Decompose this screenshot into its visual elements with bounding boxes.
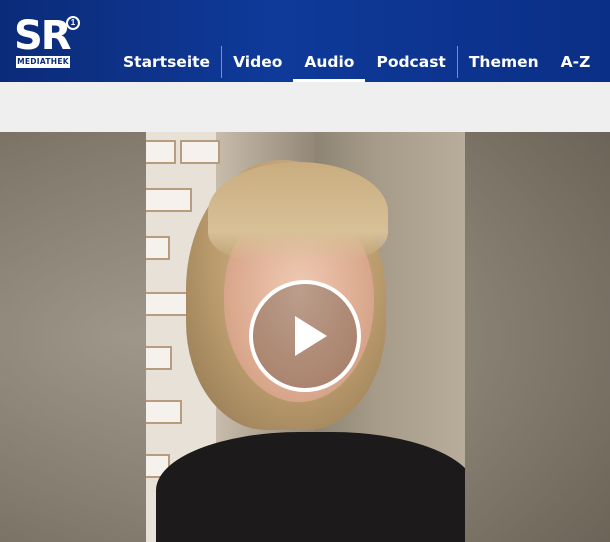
logo-subtitle: MEDIATHEK: [16, 56, 70, 68]
nav-item-podcast[interactable]: Podcast: [365, 44, 456, 82]
brick: [146, 400, 182, 424]
brick: [146, 292, 188, 316]
sr-mediathek-logo[interactable]: SR 1 MEDIATHEK: [14, 14, 86, 74]
brick: [146, 140, 176, 164]
brick: [146, 188, 192, 212]
main-navigation: Startseite Video Audio Podcast Themen A-…: [112, 44, 601, 82]
nav-item-startseite[interactable]: Startseite: [112, 44, 221, 82]
nav-item-audio[interactable]: Audio: [293, 44, 366, 82]
brick: [146, 346, 172, 370]
nav-item-a-z[interactable]: A-Z: [550, 44, 602, 82]
nav-item-themen[interactable]: Themen: [458, 44, 550, 82]
play-button[interactable]: [249, 280, 361, 392]
brick: [180, 140, 220, 164]
portrait-sweater: [156, 432, 465, 542]
brick: [146, 236, 170, 260]
site-header: SR 1 MEDIATHEK Startseite Video Audio Po…: [0, 0, 610, 82]
media-player[interactable]: [0, 132, 610, 542]
logo-text: SR: [14, 13, 72, 59]
ard-mark: 1: [70, 18, 76, 27]
subnav-band: [0, 82, 610, 132]
nav-item-video[interactable]: Video: [222, 44, 293, 82]
play-icon: [295, 316, 327, 356]
ard-logo-icon: 1: [66, 16, 80, 30]
portrait-bangs: [208, 162, 388, 262]
